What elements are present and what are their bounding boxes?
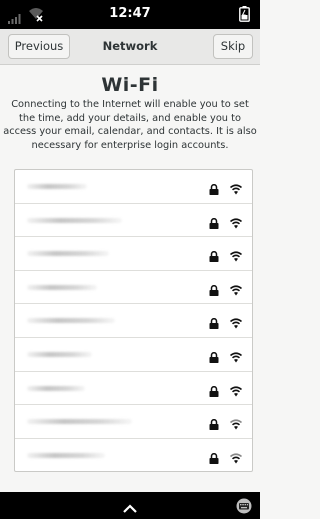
network-row[interactable] xyxy=(15,304,252,338)
wifi-full-icon xyxy=(229,281,243,300)
battery-icon xyxy=(239,6,250,26)
network-row[interactable] xyxy=(15,237,252,271)
lock-icon xyxy=(209,214,219,233)
lock-icon xyxy=(209,348,219,367)
keyboard-icon[interactable] xyxy=(236,498,252,518)
network-row[interactable] xyxy=(15,170,252,204)
bottom-bar xyxy=(0,492,260,519)
network-row[interactable] xyxy=(15,271,252,305)
wifi-full-icon xyxy=(229,314,243,333)
lock-icon xyxy=(209,180,219,199)
lock-icon xyxy=(209,382,219,401)
wifi-medium-icon xyxy=(229,415,243,434)
network-row[interactable] xyxy=(15,405,252,439)
network-list xyxy=(14,169,253,472)
lock-icon xyxy=(209,449,219,468)
chevron-up-icon[interactable] xyxy=(122,499,138,518)
status-bar: 12:47 xyxy=(0,0,260,29)
ssid-label-blurred xyxy=(27,284,97,290)
clock: 12:47 xyxy=(109,6,151,21)
lock-icon xyxy=(209,247,219,266)
ssid-label-blurred xyxy=(27,452,105,458)
lock-icon xyxy=(209,314,219,333)
wifi-full-icon xyxy=(229,348,243,367)
lock-icon xyxy=(209,281,219,300)
ssid-label-blurred xyxy=(27,318,115,324)
skip-button[interactable]: Skip xyxy=(213,34,253,59)
ssid-label-blurred xyxy=(27,217,122,223)
wifi-full-icon xyxy=(229,382,243,401)
network-row[interactable] xyxy=(15,204,252,238)
header-bar: Previous Network Skip xyxy=(0,29,260,65)
wifi-medium-icon xyxy=(229,449,243,468)
lock-icon xyxy=(209,415,219,434)
ssid-label-blurred xyxy=(27,251,109,257)
page-description: Connecting to the Internet will enable y… xyxy=(3,99,257,152)
network-row[interactable] xyxy=(15,439,252,473)
wifi-full-icon xyxy=(229,247,243,266)
page-title: Wi-Fi xyxy=(101,74,159,96)
wifi-full-icon xyxy=(229,180,243,199)
network-row[interactable] xyxy=(15,338,252,372)
ssid-label-blurred xyxy=(27,184,87,189)
network-row[interactable] xyxy=(15,372,252,406)
ssid-label-blurred xyxy=(27,351,92,357)
wifi-full-icon xyxy=(229,214,243,233)
ssid-label-blurred xyxy=(27,385,85,391)
ssid-label-blurred xyxy=(27,419,132,425)
